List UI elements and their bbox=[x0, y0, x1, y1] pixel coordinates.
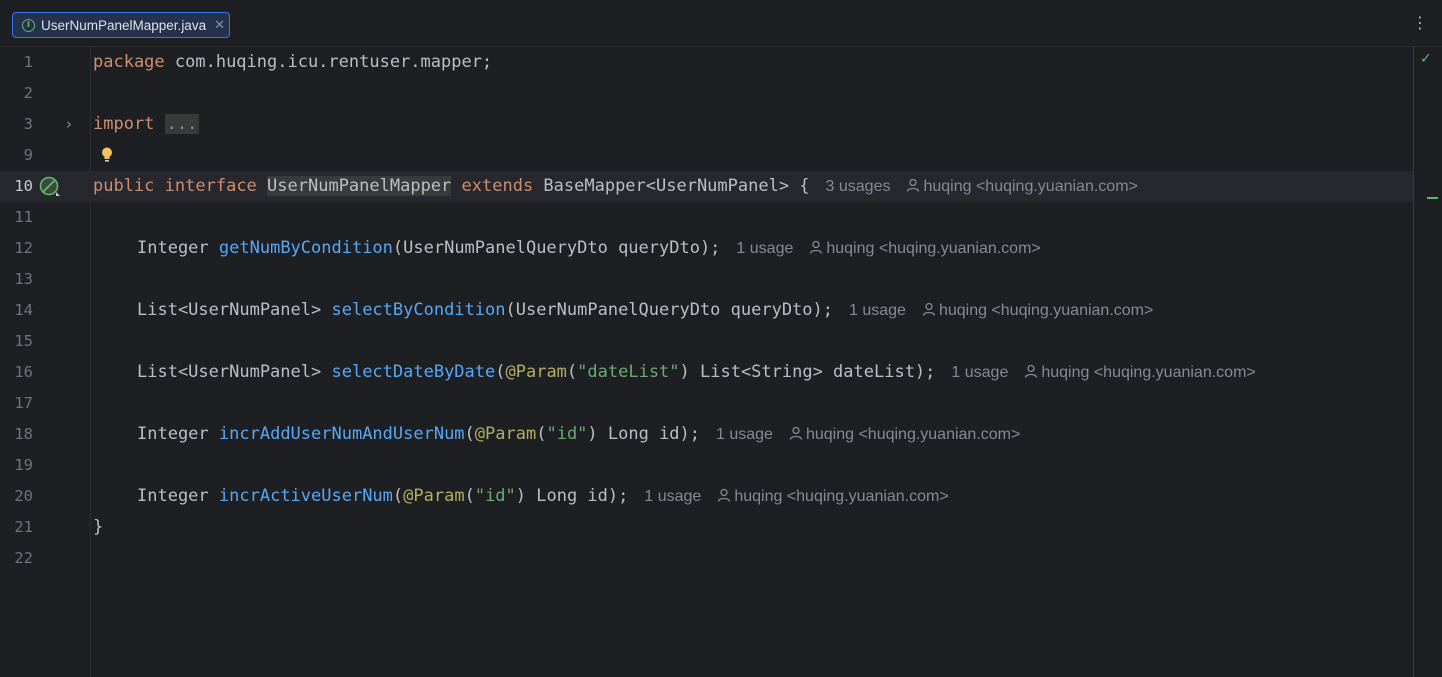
person-icon bbox=[922, 302, 936, 316]
usages-hint[interactable]: 1 usage bbox=[849, 302, 906, 319]
line-number: 22 bbox=[14, 549, 33, 567]
usages-hint[interactable]: 3 usages bbox=[826, 178, 891, 195]
code-line: 12 Integer getNumByCondition(UserNumPane… bbox=[0, 233, 1413, 264]
usages-hint[interactable]: 1 usage bbox=[736, 240, 793, 257]
line-number: 20 bbox=[14, 487, 33, 505]
line-number: 3 bbox=[23, 115, 33, 133]
fold-expand-icon[interactable]: › bbox=[66, 109, 72, 140]
editor-window: I UserNumPanelMapper.java ✕ ⋮ ✓ 1 packag… bbox=[0, 0, 1442, 677]
code-line: 14 List<UserNumPanel> selectByCondition(… bbox=[0, 295, 1413, 326]
author-hint[interactable]: huqing <huqing.yuanian.com> bbox=[806, 426, 1020, 443]
code-line: 1 package com.huqing.icu.rentuser.mapper… bbox=[0, 47, 1413, 78]
code-line: 16 List<UserNumPanel> selectDateByDate(@… bbox=[0, 357, 1413, 388]
code-text[interactable]: List<UserNumPanel> selectDateByDate(@Par… bbox=[93, 357, 1256, 388]
mybatis-implementation-icon[interactable] bbox=[38, 176, 62, 198]
line-number: 21 bbox=[14, 518, 33, 536]
line-number: 12 bbox=[14, 239, 33, 257]
person-icon bbox=[810, 240, 823, 254]
code-line: 20 Integer incrActiveUserNum(@Param("id"… bbox=[0, 481, 1413, 512]
person-icon bbox=[718, 488, 731, 502]
no-problems-check-icon[interactable]: ✓ bbox=[1420, 51, 1432, 67]
code-line: 3 › import ... bbox=[0, 109, 1413, 140]
code-text[interactable]: Integer incrAddUserNumAndUserNum(@Param(… bbox=[93, 419, 1020, 450]
line-number: 13 bbox=[14, 270, 33, 288]
code-line: 21 } bbox=[0, 512, 1413, 543]
person-icon bbox=[789, 426, 803, 440]
author-hint[interactable]: huqing <huqing.yuanian.com> bbox=[923, 178, 1137, 195]
close-icon[interactable]: ✕ bbox=[214, 18, 225, 33]
line-number: 19 bbox=[14, 456, 33, 474]
code-line-current: 10 public interface UserNumPanelMapper e… bbox=[0, 171, 1413, 202]
person-icon bbox=[1025, 364, 1038, 378]
scrollbar-change-marker bbox=[1427, 197, 1438, 199]
code-editor[interactable]: ✓ 1 package com.huqing.icu.rentuser.mapp… bbox=[0, 47, 1442, 677]
author-hint[interactable]: huqing <huqing.yuanian.com> bbox=[734, 488, 948, 505]
code-text[interactable]: List<UserNumPanel> selectByCondition(Use… bbox=[93, 295, 1153, 326]
line-number: 16 bbox=[14, 363, 33, 381]
line-number: 18 bbox=[14, 425, 33, 443]
interface-icon: I bbox=[22, 18, 35, 32]
code-text[interactable]: Integer getNumByCondition(UserNumPanelQu… bbox=[93, 233, 1041, 264]
scrollbar-divider bbox=[1413, 47, 1414, 677]
line-number: 11 bbox=[14, 208, 33, 226]
person-icon bbox=[907, 178, 920, 192]
line-number: 17 bbox=[14, 394, 33, 412]
code-line: 18 Integer incrAddUserNumAndUserNum(@Par… bbox=[0, 419, 1413, 450]
more-options-icon[interactable]: ⋮ bbox=[1412, 15, 1428, 31]
code-line: 17 bbox=[0, 388, 1413, 419]
code-text[interactable]: package com.huqing.icu.rentuser.mapper; bbox=[93, 47, 492, 78]
code-line: 13 bbox=[0, 264, 1413, 295]
code-text[interactable]: public interface UserNumPanelMapper exte… bbox=[93, 171, 1138, 202]
usages-hint[interactable]: 1 usage bbox=[644, 488, 701, 505]
code-line: 9 bbox=[0, 140, 1413, 171]
code-line: 19 bbox=[0, 450, 1413, 481]
line-number: 1 bbox=[23, 53, 33, 71]
file-tab-label: UserNumPanelMapper.java bbox=[41, 17, 207, 33]
line-number: 2 bbox=[23, 84, 33, 102]
lightbulb-icon[interactable] bbox=[100, 146, 114, 164]
line-number: 9 bbox=[23, 146, 33, 164]
code-line: 15 bbox=[0, 326, 1413, 357]
usages-hint[interactable]: 1 usage bbox=[951, 364, 1008, 381]
code-line: 22 bbox=[0, 543, 1413, 574]
editor-tab-bar: I UserNumPanelMapper.java ✕ ⋮ bbox=[0, 0, 1442, 47]
file-tab[interactable]: I UserNumPanelMapper.java ✕ bbox=[12, 12, 230, 38]
line-number: 14 bbox=[14, 301, 33, 319]
author-hint[interactable]: huqing <huqing.yuanian.com> bbox=[1041, 364, 1255, 381]
code-text[interactable]: } bbox=[93, 512, 103, 543]
code-line: 11 bbox=[0, 202, 1413, 233]
author-hint[interactable]: huqing <huqing.yuanian.com> bbox=[939, 302, 1153, 319]
code-text[interactable]: Integer incrActiveUserNum(@Param("id") L… bbox=[93, 481, 949, 512]
code-text[interactable]: import ... bbox=[93, 109, 200, 140]
code-line: 2 bbox=[0, 78, 1413, 109]
author-hint[interactable]: huqing <huqing.yuanian.com> bbox=[826, 240, 1040, 257]
folded-imports[interactable]: ... bbox=[164, 114, 200, 134]
line-number: 10 bbox=[14, 177, 33, 195]
line-number: 15 bbox=[14, 332, 33, 350]
usages-hint[interactable]: 1 usage bbox=[716, 426, 773, 443]
